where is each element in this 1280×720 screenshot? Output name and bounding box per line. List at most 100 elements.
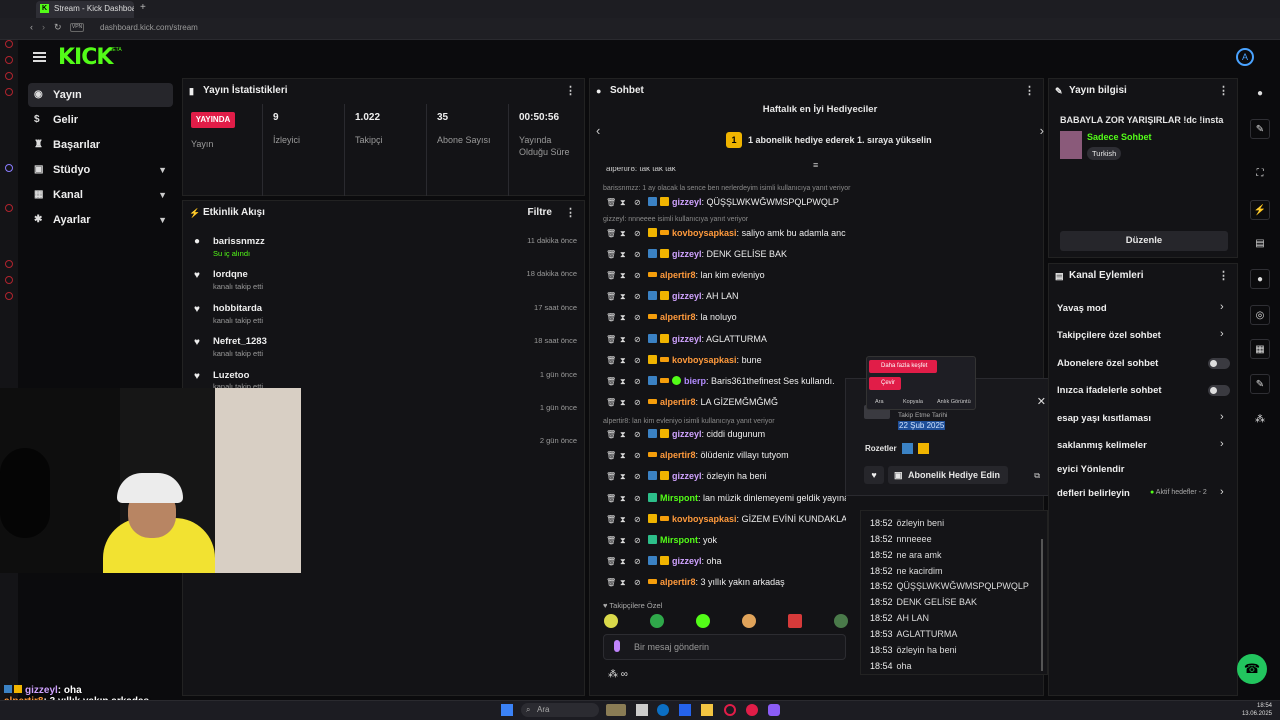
chat-settings-icon[interactable]: ⁂ ∞ [608, 669, 628, 680]
timeout-icon[interactable]: ⧗ [620, 557, 629, 567]
chat-message[interactable]: 🗑 ⧗ ⊘ kovboysapkasi: saliyo amk bu adamla a… [606, 228, 846, 244]
chevron-left-icon[interactable]: ‹ [596, 123, 600, 138]
clipboard-icon[interactable]: ▤ [1250, 234, 1270, 254]
trash-icon[interactable]: 🗑 [606, 377, 616, 386]
profile-avatar[interactable]: A [1236, 48, 1254, 66]
reload-icon[interactable]: ↻ [54, 22, 62, 33]
chat-username[interactable]: gizzeyl [672, 334, 702, 344]
chat-username[interactable]: alpertir8 [660, 270, 696, 280]
kebab-menu-icon[interactable]: ⋮ [565, 201, 576, 225]
timeout-icon[interactable]: ⧗ [620, 515, 629, 525]
ban-icon[interactable]: ⊘ [634, 198, 643, 207]
emote-icon[interactable] [650, 614, 664, 628]
nav-item-kanal[interactable]: ▦ Kanal ▼ [28, 183, 173, 207]
timeout-icon[interactable]: ⧗ [620, 398, 629, 408]
trash-icon[interactable]: 🗑 [606, 313, 616, 322]
timeout-icon[interactable]: ⧗ [620, 536, 629, 546]
chat-message[interactable]: 🗑 ⧗ ⊘ alpertir8: la noluyo [606, 312, 846, 328]
support-icon[interactable]: ☎ [1237, 654, 1267, 684]
bolt-icon[interactable]: ⚡ [1250, 200, 1270, 220]
chat-message[interactable]: 🗑 ⧗ ⊘ Mirspont: lan müzik dinlemeyemi geldi… [606, 493, 846, 509]
activity-name[interactable]: barissnmzz [213, 236, 265, 247]
snapshot-item[interactable]: Anlık Görüntü [937, 399, 971, 405]
trash-icon[interactable]: 🗑 [606, 398, 616, 407]
chat-message[interactable]: 🗑 ⧗ ⊘ gizzeyl: oha [606, 556, 846, 572]
trash-icon[interactable]: 🗑 [606, 229, 616, 238]
timeout-icon[interactable]: ⧗ [620, 292, 629, 302]
trash-icon[interactable]: 🗑 [606, 356, 616, 365]
ban-icon[interactable]: ⊘ [634, 356, 643, 365]
ban-icon[interactable]: ⊘ [634, 335, 643, 344]
ban-icon[interactable]: ⊘ [634, 313, 643, 322]
timeout-icon[interactable]: ⧗ [620, 271, 629, 281]
trash-icon[interactable]: 🗑 [606, 451, 616, 460]
taskbar-app-icon[interactable] [636, 704, 648, 716]
account-age-item[interactable]: esap yaşı kısıtlaması [1057, 413, 1151, 424]
emote-icon[interactable] [742, 614, 756, 628]
nav-item-ayarlar[interactable]: ✱ Ayarlar ▼ [28, 208, 173, 232]
chat-message[interactable]: 🗑 ⧗ ⊘ gizzeyl: AGLATTURMA [606, 334, 846, 350]
timeout-icon[interactable]: ⧗ [620, 494, 629, 504]
taskbar-app-icon[interactable] [724, 704, 736, 716]
forward-icon[interactable]: › [42, 22, 45, 32]
chat-icon[interactable]: ● [1250, 269, 1270, 289]
chat-username[interactable]: alpertir8 [660, 577, 696, 587]
follow-heart-button[interactable]: ♥ [864, 466, 884, 484]
pencil-icon[interactable]: ✎ [1250, 119, 1270, 139]
chat-message[interactable]: 🗑 ⧗ ⊘ alpertir8: LA GİZEMĞMĞMĞ [606, 397, 846, 413]
chat-message[interactable]: 🗑 ⧗ ⊘ gizzeyl: DENK GELİSE BAK [606, 249, 846, 265]
sidebar-app-icon[interactable] [5, 164, 13, 172]
taskbar-app-icon[interactable] [768, 704, 780, 716]
copy-icon[interactable]: ⧉ [1034, 471, 1040, 481]
ban-icon[interactable]: ⊘ [634, 292, 643, 301]
new-tab-icon[interactable]: + [140, 2, 146, 13]
trash-icon[interactable]: 🗑 [606, 557, 616, 566]
timeout-icon[interactable]: ⧗ [620, 356, 629, 366]
vpn-icon[interactable]: VPN [70, 23, 84, 32]
search-item[interactable]: Ara [875, 399, 884, 405]
ban-icon[interactable]: ⊘ [634, 536, 643, 545]
slow-mode-item[interactable]: Yavaş mod [1057, 303, 1107, 314]
chat-username[interactable]: kovboysapkasi [672, 355, 737, 365]
ban-icon[interactable]: ⊘ [634, 578, 643, 587]
emote-icon[interactable] [696, 614, 710, 628]
emote-only-toggle[interactable] [1208, 385, 1230, 396]
kebab-menu-icon[interactable]: ⋮ [1218, 264, 1229, 288]
chat-message[interactable]: 🗑 ⧗ ⊘ bierp: Baris361thefinest Ses kullandı… [606, 376, 846, 392]
ban-icon[interactable]: ⊘ [634, 451, 643, 460]
trash-icon[interactable]: 🗑 [606, 271, 616, 280]
chat-username[interactable]: alpertir8 [660, 312, 696, 322]
fullscreen-icon[interactable]: ⛶ [1250, 164, 1270, 184]
sidebar-app-icon[interactable] [5, 260, 13, 268]
trash-icon[interactable]: 🗑 [606, 250, 616, 259]
chat-username[interactable]: alpertir8 [660, 397, 696, 407]
chat-message[interactable]: 🗑⧗⊘kovboysapkasi: GİZEM EVİNİ KUNDAKLAYA [606, 514, 846, 530]
back-icon[interactable]: ‹ [30, 22, 33, 32]
chat-message[interactable]: 🗑 ⧗ ⊘ Mirspont: yok [606, 535, 846, 551]
timeout-icon[interactable]: ⧗ [620, 229, 629, 239]
kebab-menu-icon[interactable]: ⋮ [1024, 79, 1035, 103]
nav-item-yayin[interactable]: ◉ Yayın [28, 83, 173, 107]
kebab-menu-icon[interactable]: ⋮ [565, 79, 576, 103]
nav-item-studyo[interactable]: ▣ Stüdyo ▼ [28, 158, 173, 182]
taskbar-app-icon[interactable] [657, 704, 669, 716]
chat-username[interactable]: kovboysapkasi [672, 514, 737, 524]
chevron-right-icon[interactable]: › [1220, 301, 1224, 313]
filter-button[interactable]: Filtre [528, 201, 552, 225]
chevron-right-icon[interactable]: › [1040, 123, 1044, 138]
timeout-icon[interactable]: ⧗ [620, 198, 629, 208]
set-goals-item[interactable]: defleri belirleyin [1057, 488, 1130, 499]
copy-item[interactable]: Kopyala [903, 399, 923, 405]
activity-name[interactable]: lordqne [213, 269, 248, 280]
chat-username[interactable]: gizzeyl [672, 291, 702, 301]
timeout-icon[interactable]: ⧗ [620, 313, 629, 323]
activity-name[interactable]: hobbitarda [213, 303, 262, 314]
activity-name[interactable]: Luzetoo [213, 370, 249, 381]
trash-icon[interactable]: 🗑 [606, 578, 616, 587]
redirect-viewers-item[interactable]: eyici Yönlendir [1057, 464, 1124, 475]
trash-icon[interactable]: 🗑 [606, 472, 616, 481]
ban-icon[interactable]: ⊘ [634, 557, 643, 566]
timeout-icon[interactable]: ⧗ [620, 430, 629, 440]
taskbar-app-icon[interactable] [701, 704, 713, 716]
opera-icon[interactable] [5, 40, 13, 48]
